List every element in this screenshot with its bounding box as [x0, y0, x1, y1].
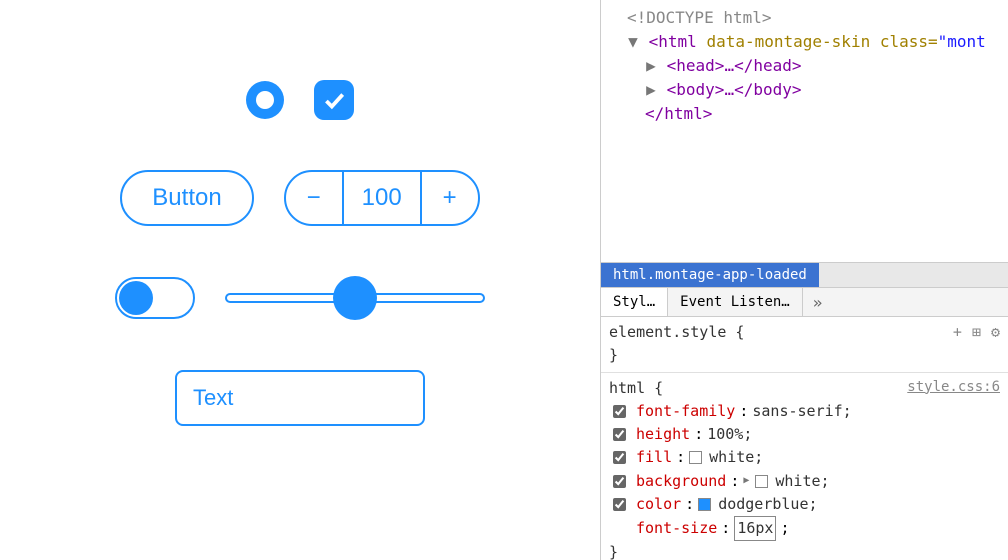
toggle-grid-icon[interactable]: ⊞ [972, 321, 981, 344]
toggle-knob [119, 281, 153, 315]
row-text-input [175, 370, 425, 426]
html-open-line[interactable]: ▼ <html data-montage-skin class="mont [609, 30, 1000, 54]
breadcrumb-item[interactable]: html.montage-app-loaded [601, 263, 819, 287]
element-style-block[interactable]: + ⊞ ⚙ element.style { } [601, 317, 1008, 373]
element-style-selector: element.style { [609, 321, 1000, 344]
component-showcase: Button − 100 + [0, 0, 600, 560]
html-attr-class: class= [870, 32, 937, 51]
devtools-panel: <!DOCTYPE html> ▼ <html data-montage-ski… [600, 0, 1008, 560]
html-tag-close: </html> [645, 104, 712, 123]
prop-name: color [636, 493, 681, 516]
prop-value[interactable]: white; [709, 446, 763, 469]
stepper-value[interactable]: 100 [342, 172, 422, 224]
html-class-value: "mont [938, 32, 986, 51]
check-icon [321, 87, 347, 113]
prop-value[interactable]: sans-serif; [752, 400, 851, 423]
tab-styles[interactable]: Styl… [601, 288, 668, 316]
html-tag-open: <html [649, 32, 697, 51]
checkbox[interactable] [314, 80, 354, 120]
color-swatch-icon[interactable] [755, 475, 768, 488]
rule-height[interactable]: height: 100%; [609, 423, 1000, 446]
prop-value[interactable]: 100%; [707, 423, 752, 446]
dom-tree[interactable]: <!DOCTYPE html> ▼ <html data-montage-ski… [601, 0, 1008, 262]
generic-button[interactable]: Button [120, 170, 253, 226]
toggle-switch[interactable] [115, 277, 195, 319]
semicolon: ; [780, 517, 789, 540]
html-rule-close: } [609, 541, 1000, 560]
prop-value-editing[interactable]: 16px [734, 516, 776, 541]
source-link[interactable]: style.css:6 [907, 377, 1000, 399]
radio-button[interactable] [246, 81, 284, 119]
stepper-plus[interactable]: + [422, 172, 478, 224]
color-swatch-icon[interactable] [689, 451, 702, 464]
rule-checkbox[interactable] [613, 428, 626, 441]
rule-color[interactable]: color: dodgerblue; [609, 493, 1000, 516]
expand-arrow-icon[interactable]: ▶ [645, 78, 657, 102]
rule-checkbox[interactable] [613, 405, 626, 418]
prop-name: font-family [636, 400, 735, 423]
doctype-line: <!DOCTYPE html> [609, 6, 1000, 30]
rule-font-size[interactable]: font-size: 16px; [609, 516, 1000, 541]
dom-breadcrumb[interactable]: html.montage-app-loaded [601, 262, 1008, 288]
slider[interactable] [225, 276, 485, 320]
html-attr-skin: data-montage-skin [697, 32, 870, 51]
prop-name: height [636, 423, 690, 446]
rule-background[interactable]: background: ▶ white; [609, 470, 1000, 493]
head-line[interactable]: ▶ <head>…</head> [609, 54, 1000, 78]
color-swatch-icon[interactable] [698, 498, 711, 511]
number-stepper: − 100 + [284, 170, 480, 226]
body-tag: <body>…</body> [667, 80, 802, 99]
styles-panel-tabs: Styl… Event Listen… » [601, 288, 1008, 317]
rule-font-family[interactable]: font-family: sans-serif; [609, 400, 1000, 423]
slider-thumb[interactable] [333, 276, 377, 320]
row-button-stepper: Button − 100 + [120, 170, 479, 226]
rule-checkbox[interactable] [613, 451, 626, 464]
expand-tri-icon[interactable]: ▶ [743, 473, 749, 489]
prop-name: background [636, 470, 726, 493]
body-line[interactable]: ▶ <body>…</body> [609, 78, 1000, 102]
element-style-close: } [609, 344, 1000, 367]
tabs-overflow-icon[interactable]: » [803, 293, 833, 312]
text-input[interactable] [175, 370, 425, 426]
radio-inner-dot [256, 91, 274, 109]
add-rule-icon[interactable]: + [953, 321, 962, 344]
style-toolbar: + ⊞ ⚙ [953, 321, 1000, 344]
expand-arrow-icon[interactable]: ▼ [627, 30, 639, 54]
head-tag: <head>…</head> [667, 56, 802, 75]
rule-checkbox[interactable] [613, 475, 626, 488]
row-radio-checkbox [246, 80, 354, 120]
rule-fill[interactable]: fill: white; [609, 446, 1000, 469]
stepper-minus[interactable]: − [286, 172, 342, 224]
prop-name: font-size [636, 517, 717, 540]
html-close-line: </html> [609, 102, 1000, 126]
prop-value[interactable]: white; [775, 470, 829, 493]
html-rule-block[interactable]: style.css:6 html { font-family: sans-ser… [601, 373, 1008, 560]
row-toggle-slider [115, 276, 485, 320]
tab-event-listeners[interactable]: Event Listen… [668, 288, 803, 316]
prop-value[interactable]: dodgerblue; [718, 493, 817, 516]
settings-gear-icon[interactable]: ⚙ [991, 321, 1000, 344]
expand-arrow-icon[interactable]: ▶ [645, 54, 657, 78]
rule-checkbox[interactable] [613, 498, 626, 511]
prop-name: fill [636, 446, 672, 469]
